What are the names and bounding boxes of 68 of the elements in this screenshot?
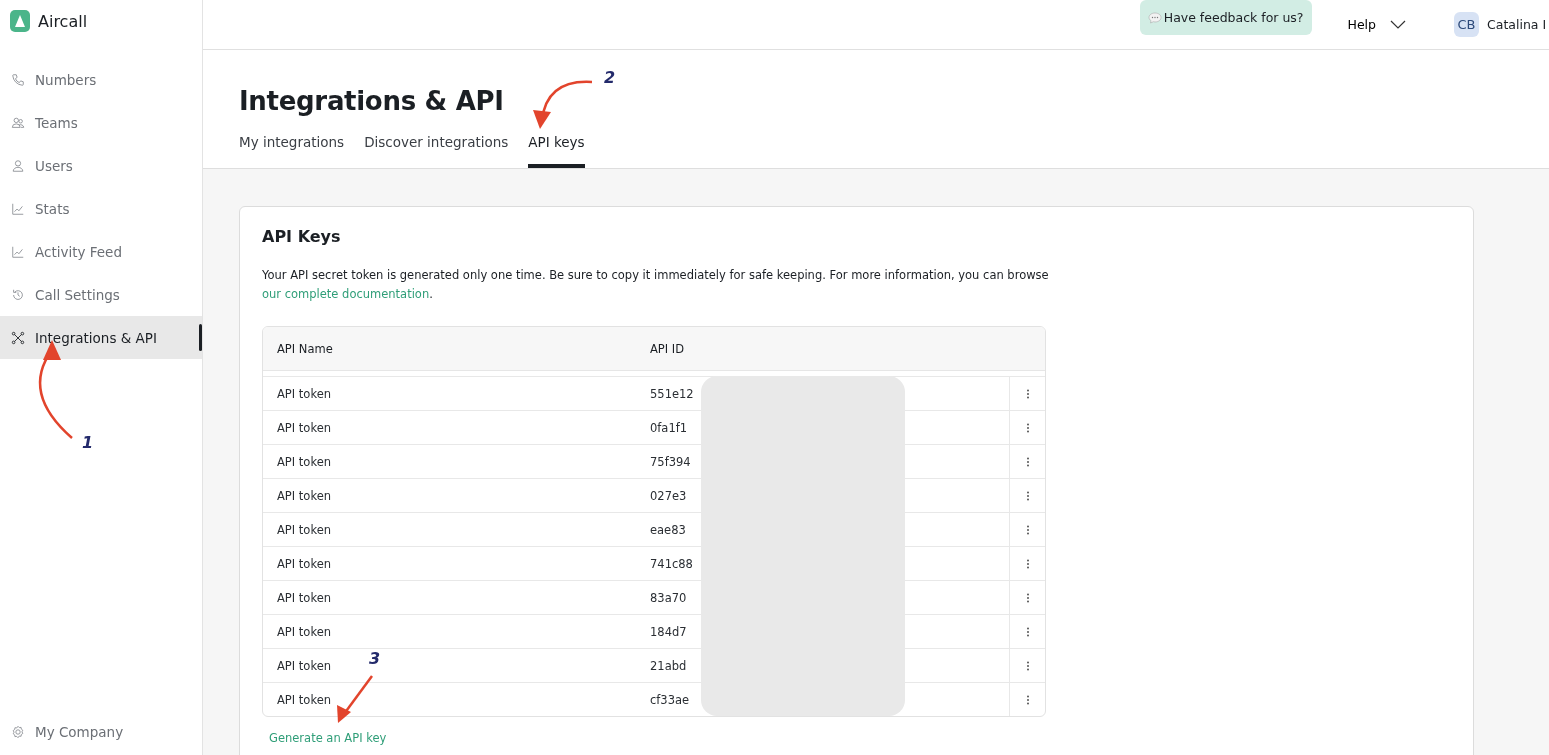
table-cell: API token [277, 386, 331, 401]
table-cell: API token [277, 454, 331, 469]
sidebar-item[interactable]: Stats [0, 187, 202, 230]
team-icon [11, 115, 25, 130]
user-icon [11, 158, 25, 173]
generate-key-link[interactable]: Generate an API key [269, 731, 387, 745]
column-header: API Name [276, 341, 334, 356]
speech-bubble-icon [1147, 11, 1162, 24]
sidebar-item[interactable]: Call Settings [0, 273, 202, 316]
chart-icon [11, 201, 25, 216]
phone-icon [11, 72, 25, 87]
user-name: Catalina I [1487, 17, 1548, 32]
table-cell: API token [277, 556, 331, 571]
gear-icon [11, 724, 25, 739]
more-icon [1025, 422, 1030, 433]
user-avatar[interactable]: CB [1454, 12, 1479, 37]
table-cell: API token [277, 522, 331, 537]
brand-name: Aircall [38, 11, 88, 31]
chevron-down-icon [1390, 19, 1406, 30]
help-menu[interactable]: Help [1333, 17, 1432, 32]
logo-icon [10, 10, 30, 32]
feedback-button[interactable]: Have feedback for us? [1139, 0, 1312, 35]
annotation-number: 2 [604, 68, 616, 87]
table-cell: 551e12 [650, 386, 694, 401]
sidebar-item[interactable]: Teams [0, 101, 202, 144]
column-header: API ID [649, 341, 686, 356]
sidebar-item[interactable]: Integrations & API [0, 316, 202, 359]
description-text: Your API secret token is generated only one time. Be sure to copy it immediately for safe keeping. For more information, you can browse our complete documentation. [262, 267, 1050, 303]
annotation-number: 1 [82, 433, 94, 452]
table-cell: 0fa1f1 [650, 420, 688, 435]
history-icon [11, 287, 25, 302]
table-cell: 75f394 [650, 454, 691, 469]
network-icon [11, 330, 25, 345]
table-cell: API token [277, 624, 331, 639]
table-cell: 741c88 [650, 556, 693, 571]
more-icon [1025, 388, 1030, 399]
table-cell: cf33ae [650, 692, 690, 707]
page-title: Integrations & API [239, 86, 504, 116]
table-cell: API token [277, 590, 331, 605]
sidebar-item[interactable]: Numbers [0, 58, 202, 101]
chart-icon [11, 244, 25, 259]
tab[interactable]: My integrations [239, 130, 345, 168]
table-cell: 83a70 [650, 590, 687, 605]
sidebar-item[interactable]: My Company [0, 710, 135, 753]
table-cell: API token [277, 658, 331, 673]
more-icon [1025, 694, 1030, 705]
table-cell: API token [277, 692, 331, 707]
table-cell: API token [277, 488, 331, 503]
more-icon [1025, 592, 1030, 603]
more-icon [1025, 558, 1030, 569]
more-icon [1025, 660, 1030, 671]
more-icon [1025, 626, 1030, 637]
table-cell: 184d7 [650, 624, 687, 639]
sidebar-item[interactable]: Users [0, 144, 202, 187]
tab[interactable]: Discover integrations [364, 130, 509, 168]
tab[interactable]: API keys [528, 130, 585, 168]
annotation-number: 3 [369, 649, 381, 668]
table-cell: 027e3 [650, 488, 687, 503]
annotation-arrow [337, 675, 373, 723]
more-icon [1025, 456, 1030, 467]
table-cell: API token [277, 420, 331, 435]
table-cell: 21abd [650, 658, 687, 673]
card-title: API Keys [262, 227, 342, 246]
table-cell: eae83 [650, 522, 686, 537]
annotation-arrow [533, 80, 593, 129]
sidebar-item[interactable]: Activity Feed [0, 230, 202, 273]
more-icon [1025, 490, 1030, 501]
more-icon [1025, 524, 1030, 535]
